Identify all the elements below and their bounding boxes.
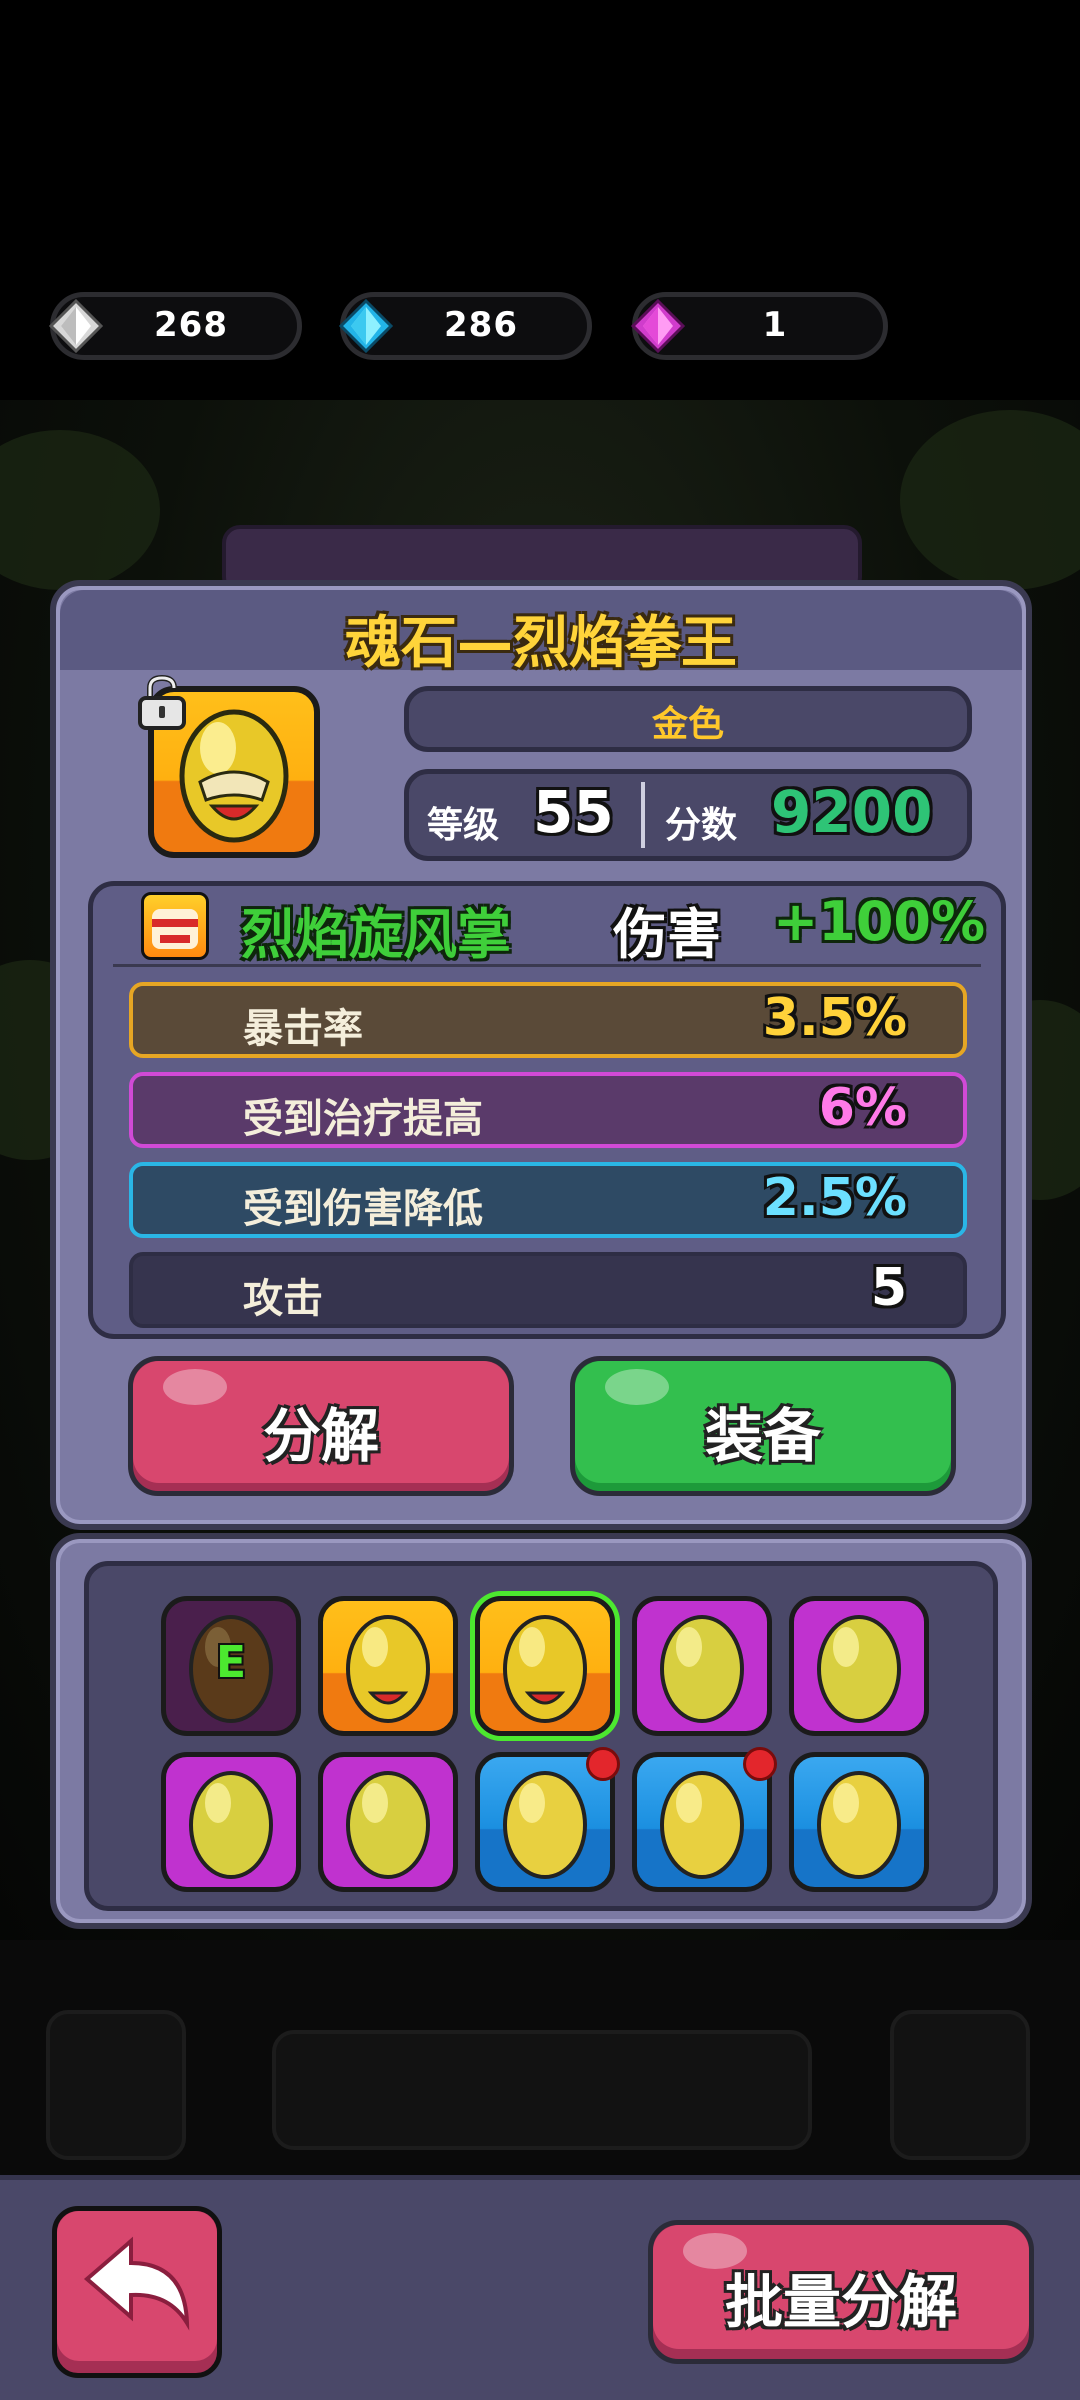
inventory-slot[interactable] <box>318 1596 458 1736</box>
soul-stone-egg-icon <box>817 1771 901 1879</box>
inventory-panel: E <box>50 1533 1032 1929</box>
panel-title-bar: 魂石—烈焰拳王 <box>60 590 1022 676</box>
background-toolbar <box>0 1940 1080 2175</box>
soul-stone-egg-icon <box>346 1615 430 1723</box>
attribute-label: 受到治疗提高 <box>243 1096 483 1142</box>
attribute-label: 攻击 <box>243 1276 323 1322</box>
attribute-row-attack: 攻击 5 <box>129 1252 967 1328</box>
soul-stone-egg-icon <box>346 1771 430 1879</box>
soul-stone-egg-icon <box>189 1771 273 1879</box>
batch-decompose-label: 批量分解 <box>724 2268 957 2336</box>
new-badge <box>743 1747 777 1781</box>
currency-silver: 268 <box>49 292 302 360</box>
inventory-grid: E <box>84 1561 998 1911</box>
attribute-row-heal: 受到治疗提高 6% <box>129 1072 967 1148</box>
skill-name: 烈焰旋风掌 <box>241 903 511 966</box>
currency-purple: 1 <box>631 292 888 360</box>
soul-stone-egg-icon <box>660 1615 744 1723</box>
soul-stone-egg-icon <box>817 1615 901 1723</box>
decompose-button-label: 分解 <box>262 1402 379 1470</box>
equip-button[interactable]: 装备 <box>570 1356 956 1496</box>
bottom-bar: 批量分解 <box>0 2175 1080 2400</box>
new-badge <box>586 1747 620 1781</box>
inventory-slot[interactable] <box>789 1596 929 1736</box>
decompose-button[interactable]: 分解 <box>128 1356 514 1496</box>
currency-value: 268 <box>154 305 228 345</box>
attribute-label: 暴击率 <box>243 1006 363 1052</box>
attribute-value: 6% <box>818 1078 907 1138</box>
inventory-slot[interactable] <box>789 1752 929 1892</box>
divider <box>113 964 981 967</box>
attribute-row-crit: 暴击率 3.5% <box>129 982 967 1058</box>
currency-value: 286 <box>444 305 518 345</box>
unlock-icon[interactable] <box>136 674 188 732</box>
back-button[interactable] <box>52 2206 222 2378</box>
back-arrow-icon <box>83 2236 190 2331</box>
quality-text: 金色 <box>651 704 724 745</box>
inventory-slot[interactable] <box>318 1752 458 1892</box>
soul-stone-egg-icon <box>503 1615 587 1723</box>
item-detail-panel: 魂石—烈焰拳王 金色 等级 55 分数 9200 烈焰旋风掌 伤害 +100% … <box>50 580 1032 1530</box>
attribute-value: 2.5% <box>762 1168 907 1228</box>
inventory-slot[interactable] <box>475 1747 620 1892</box>
inventory-slot[interactable] <box>161 1752 301 1892</box>
batch-decompose-button[interactable]: 批量分解 <box>648 2220 1034 2364</box>
fist-king-skill-icon <box>141 892 209 960</box>
skill-effect-value: +100% <box>773 890 986 953</box>
level-value: 55 <box>533 778 614 846</box>
currency-blue: 286 <box>339 292 592 360</box>
skill-effect-label: 伤害 <box>613 903 721 966</box>
score-label: 分数 <box>665 805 738 846</box>
item-title: 魂石—烈焰拳王 <box>345 611 737 676</box>
equip-button-label: 装备 <box>704 1402 821 1470</box>
inventory-slot[interactable] <box>632 1747 777 1892</box>
currency-value: 1 <box>762 305 788 345</box>
inventory-slot[interactable] <box>632 1596 772 1736</box>
inventory-slot[interactable] <box>475 1596 615 1736</box>
equipped-mark: E <box>215 1637 247 1688</box>
attribute-value: 3.5% <box>762 988 907 1048</box>
level-score-box: 等级 55 分数 9200 <box>404 769 972 861</box>
quality-label: 金色 <box>404 686 972 752</box>
score-value: 9200 <box>771 778 933 846</box>
inventory-slot[interactable]: E <box>161 1596 301 1736</box>
attribute-row-damage-reduction: 受到伤害降低 2.5% <box>129 1162 967 1238</box>
attribute-value: 5 <box>870 1258 907 1318</box>
attribute-label: 受到伤害降低 <box>243 1186 483 1232</box>
level-label: 等级 <box>427 805 500 846</box>
attributes-box: 烈焰旋风掌 伤害 +100% 暴击率 3.5% 受到治疗提高 6% 受到伤害降低… <box>88 881 1006 1339</box>
divider <box>641 782 645 848</box>
